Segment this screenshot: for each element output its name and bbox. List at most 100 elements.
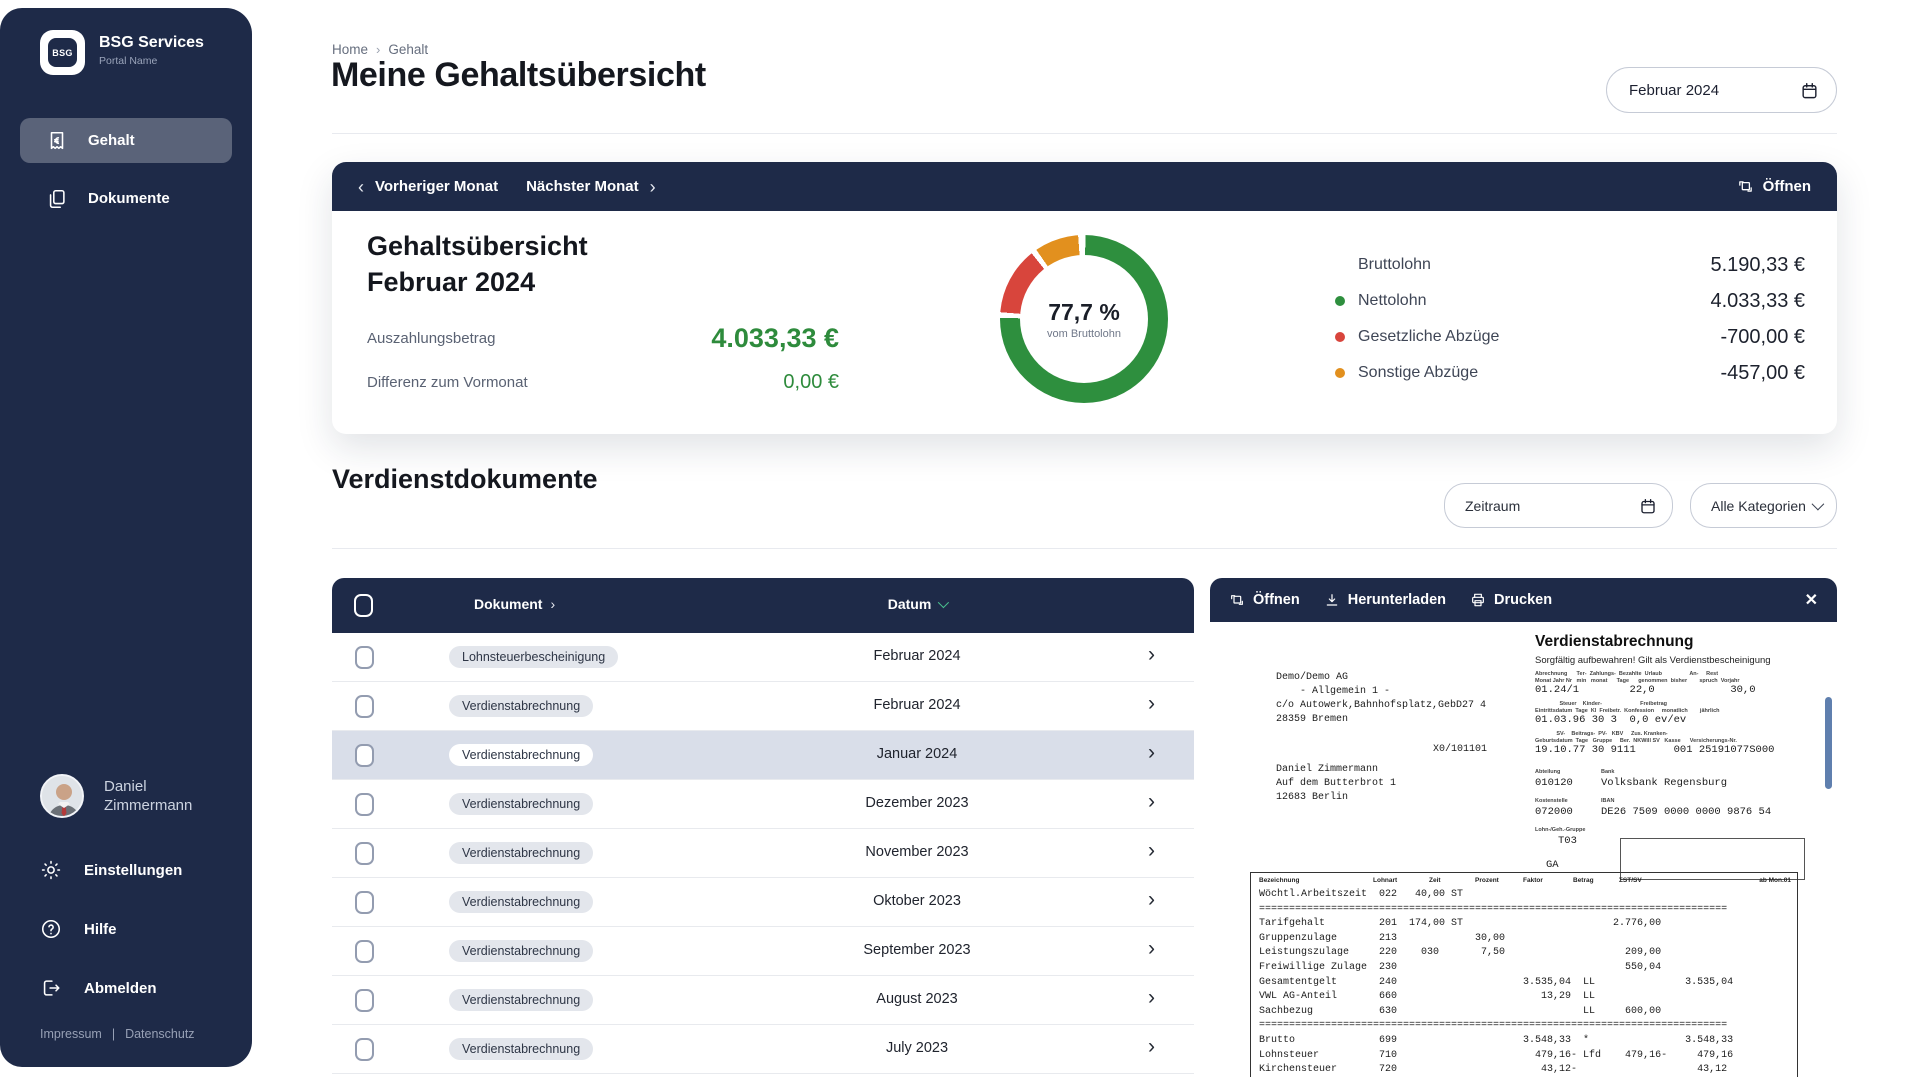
avatar-image [42,776,84,818]
sidebar-footer: Impressum | Datenschutz [40,1027,195,1041]
open-row-button[interactable]: › [1148,1035,1155,1059]
payslip-field-value: 010120 [1535,777,1573,789]
sidebar-item-dokumente[interactable]: Dokumente [20,176,232,221]
table-row[interactable]: Lohnsteuerbescheinigung Februar 2024 › [332,633,1194,682]
open-salary-button[interactable]: Öffnen [1737,178,1811,195]
printer-icon [1470,592,1486,608]
preview-download-button[interactable]: Herunterladen [1324,592,1446,608]
menu-item-hilfe[interactable]: Hilfe [40,907,182,951]
open-row-button[interactable]: › [1148,937,1155,961]
sidebar-nav: Gehalt Dokumente [20,118,232,221]
salary-overview-card: ‹ Vorheriger Monat Nächster Monat › Öffn… [332,162,1837,434]
payslip-field-value: T03 [1558,835,1577,847]
category-filter-dropdown[interactable]: Alle Kategorien [1690,483,1837,528]
table-row[interactable]: Verdienstabrechnung August 2023 › [332,976,1194,1025]
row-checkbox[interactable] [355,891,374,914]
legend-row: Bruttolohn 5.190,33 € [1335,247,1805,283]
document-preview-panel: Öffnen Herunterladen Drucken ✕ Verdienst… [1210,578,1837,1077]
document-type-badge: Verdienstabrechnung [449,891,593,913]
document-date: August 2023 [782,991,1052,1007]
documents-icon [46,188,68,210]
donut-percentage: 77,7 % [1048,299,1120,326]
preview-print-label: Drucken [1494,592,1552,608]
menu-item-abmelden[interactable]: Abmelden [40,966,182,1010]
row-checkbox[interactable] [355,793,374,816]
section-title: Verdienstdokumente [332,464,598,495]
menu-item-label: Einstellungen [84,862,182,879]
table-row[interactable]: Verdienstabrechnung November 2023 › [332,829,1194,878]
zeitraum-date-filter[interactable]: Zeitraum [1444,483,1673,528]
document-type-badge: Verdienstabrechnung [449,744,593,766]
open-row-button[interactable]: › [1148,986,1155,1010]
row-checkbox[interactable] [355,695,374,718]
payout-label: Auszahlungsbetrag [367,330,495,347]
preview-scrollbar[interactable] [1825,697,1832,789]
impressum-link[interactable]: Impressum [40,1027,102,1041]
gear-icon [40,859,62,881]
payslip-title: Verdienstabrechnung [1535,633,1693,651]
row-checkbox[interactable] [355,646,374,669]
previous-month-label: Vorheriger Monat [375,178,498,195]
month-picker[interactable]: Februar 2024 [1606,67,1837,113]
payslip-col-faktor: Faktor [1523,877,1543,884]
open-row-button[interactable]: › [1148,888,1155,912]
brand-subtitle: Portal Name [99,55,204,67]
open-row-button[interactable]: › [1148,790,1155,814]
row-checkbox[interactable] [355,744,374,767]
legend-value: 5.190,33 € [1710,254,1805,277]
payslip-col-bezeichnung: Bezeichnung [1259,877,1299,884]
row-checkbox[interactable] [355,842,374,865]
table-row[interactable]: Verdienstabrechnung Oktober 2023 › [332,878,1194,927]
row-checkbox[interactable] [355,1038,374,1061]
breadcrumb-home[interactable]: Home [332,42,368,57]
payslip-col-prozent: Prozent [1475,877,1499,884]
table-header: Dokument › Datum [332,578,1194,633]
calendar-icon [1800,81,1819,100]
open-row-button[interactable]: › [1148,643,1155,667]
open-row-button[interactable]: › [1148,741,1155,765]
document-date: November 2023 [782,844,1052,860]
select-all-checkbox[interactable] [354,594,373,617]
document-date: Januar 2024 [782,746,1052,762]
table-row[interactable]: Verdienstabrechnung July 2023 › [332,1025,1194,1074]
legend-dot-icon [1335,332,1345,342]
column-header-dokument[interactable]: Dokument › [474,596,555,612]
chevron-right-icon: › [550,597,555,611]
help-icon [40,918,62,940]
datenschutz-link[interactable]: Datenschutz [125,1027,194,1041]
menu-item-label: Hilfe [84,921,117,938]
sidebar-item-gehalt[interactable]: Gehalt [20,118,232,163]
breadcrumb-current: Gehalt [388,42,428,57]
payslip-col-zeit: Zeit [1429,877,1441,884]
row-checkbox[interactable] [355,940,374,963]
salary-card-body: Gehaltsübersicht Februar 2024 Auszahlung… [332,211,1837,434]
column-header-datum[interactable]: Datum [782,596,1052,612]
previous-month-button[interactable]: ‹ Vorheriger Monat [358,178,498,196]
menu-item-einstellungen[interactable]: Einstellungen [40,848,182,892]
preview-print-button[interactable]: Drucken [1470,592,1552,608]
legend-row: Nettolohn 4.033,33 € [1335,283,1805,319]
document-date: Februar 2024 [782,648,1052,664]
table-row[interactable]: Verdienstabrechnung Februar 2024 › [332,682,1194,731]
row-checkbox[interactable] [355,989,374,1012]
open-row-button[interactable]: › [1148,839,1155,863]
receipt-euro-icon [46,130,68,152]
donut-center-text: 77,7 % vom Bruttolohn [1000,235,1168,403]
payslip-col-betrag: Betrag [1573,877,1594,884]
table-row[interactable]: Verdienstabrechnung September 2023 › [332,927,1194,976]
document-filters: Zeitraum Alle Kategorien [1444,483,1837,528]
table-row[interactable]: Verdienstabrechnung Dezember 2023 › [332,780,1194,829]
document-type-badge: Verdienstabrechnung [449,695,593,717]
chevron-down-icon [1812,498,1825,511]
payslip-field-label: IBAN [1601,798,1837,805]
document-type-badge: Verdienstabrechnung [449,1038,593,1060]
table-row[interactable]: Verdienstabrechnung Januar 2024 › [332,731,1194,780]
breadcrumb: Home › Gehalt [332,42,428,57]
salary-legend: Bruttolohn 5.190,33 € Nettolohn 4.033,33… [1335,247,1805,391]
preview-open-button[interactable]: Öffnen [1229,592,1300,608]
user-profile[interactable]: Daniel Zimmermann [40,774,192,818]
open-row-button[interactable]: › [1148,692,1155,716]
sort-descending-icon [938,597,949,608]
close-icon[interactable]: ✕ [1805,590,1818,610]
next-month-button[interactable]: Nächster Monat › [526,178,656,196]
